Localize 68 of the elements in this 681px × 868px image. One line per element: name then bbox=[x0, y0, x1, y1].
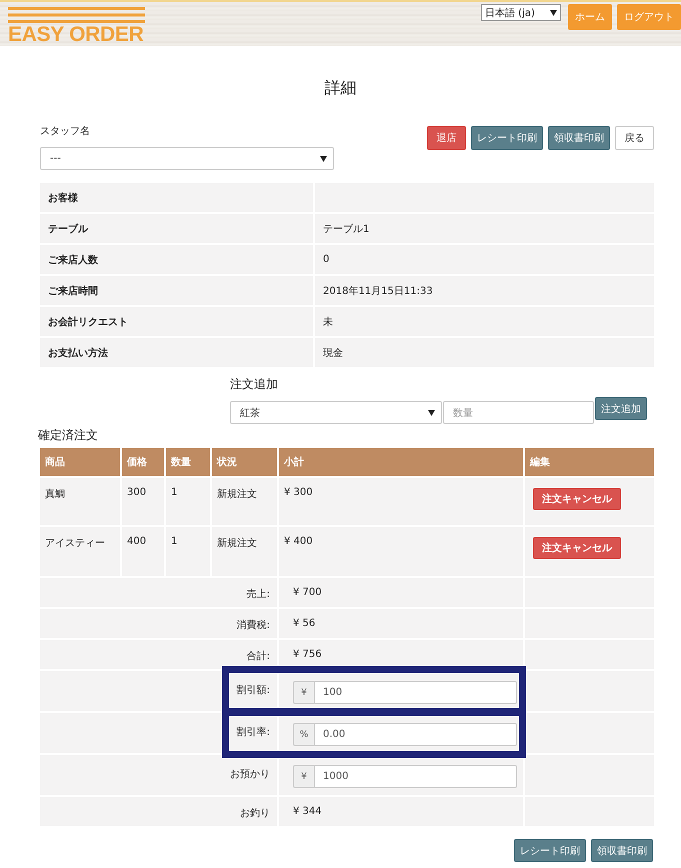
unit-prefix: ¥ bbox=[293, 681, 314, 704]
quantity-field[interactable]: 数量 bbox=[443, 401, 594, 424]
summary-label: 割引率: bbox=[40, 713, 277, 753]
summary-label: 消費税: bbox=[40, 609, 277, 638]
info-value: テーブル1 bbox=[315, 214, 654, 243]
page-title: 詳細 bbox=[324, 78, 358, 98]
amount-field[interactable]: 100 bbox=[314, 681, 517, 704]
caret-down-icon bbox=[550, 10, 557, 16]
info-label: お会計リクエスト bbox=[40, 307, 313, 336]
caret-down-icon bbox=[320, 156, 327, 162]
table-cell: 400 bbox=[122, 527, 164, 576]
language-select[interactable]: 日本語 (ja) bbox=[481, 4, 561, 21]
action-button[interactable]: 領収書印刷 bbox=[548, 126, 610, 150]
cancel-order-button[interactable]: 注文キャンセル bbox=[533, 537, 621, 559]
info-label: テーブル bbox=[40, 214, 313, 243]
amount-field[interactable]: 0.00 bbox=[314, 723, 517, 746]
info-value: 2018年11月15日11:33 bbox=[315, 276, 654, 305]
summary-value: ¥ 700 bbox=[279, 578, 523, 607]
column-header: 状況 bbox=[212, 448, 277, 476]
unit-prefix: % bbox=[293, 723, 314, 746]
action-button[interactable]: 戻る bbox=[615, 126, 654, 150]
staff-label: スタッフ名 bbox=[40, 126, 91, 138]
add-order-button[interactable]: 注文追加 bbox=[595, 397, 647, 420]
table-cell: 1 bbox=[166, 527, 210, 576]
summary-label: お釣り bbox=[40, 797, 277, 826]
summary-label: 割引額: bbox=[40, 671, 277, 711]
print-button[interactable]: 領収書印刷 bbox=[591, 839, 653, 862]
table-cell: 1 bbox=[166, 478, 210, 525]
table-cell: 真鯛 bbox=[40, 478, 120, 525]
amount-field[interactable]: 1000 bbox=[314, 765, 517, 788]
action-button[interactable]: 退店 bbox=[427, 126, 466, 150]
confirmed-orders-heading: 確定済注文 bbox=[38, 428, 99, 442]
info-label: ご来店人数 bbox=[40, 245, 313, 274]
summary-label: 売上: bbox=[40, 578, 277, 607]
caret-down-icon bbox=[428, 410, 435, 416]
print-button[interactable]: レシート印刷 bbox=[514, 839, 586, 862]
logo-text: EASY ORDER bbox=[8, 25, 144, 45]
info-value: 未 bbox=[315, 307, 654, 336]
summary-value: ¥ 344 bbox=[279, 797, 523, 826]
column-header: 価格 bbox=[122, 448, 164, 476]
add-order-heading: 注文追加 bbox=[230, 377, 279, 391]
column-header: 編集 bbox=[525, 448, 654, 476]
info-value: 0 bbox=[315, 245, 654, 274]
staff-select[interactable]: --- bbox=[40, 147, 334, 170]
table-cell: ¥ 300 bbox=[279, 478, 523, 525]
column-header: 数量 bbox=[166, 448, 210, 476]
logo-stripes-icon bbox=[8, 7, 145, 24]
action-button[interactable]: レシート印刷 bbox=[471, 126, 543, 150]
table-cell: ¥ 400 bbox=[279, 527, 523, 576]
table-cell: 300 bbox=[122, 478, 164, 525]
table-cell: 新規注文 bbox=[212, 527, 277, 576]
nav-button[interactable]: ホーム bbox=[568, 4, 612, 30]
cancel-order-button[interactable]: 注文キャンセル bbox=[533, 488, 621, 510]
nav-button[interactable]: ログアウト bbox=[617, 4, 681, 30]
table-cell: 新規注文 bbox=[212, 478, 277, 525]
summary-label: 合計: bbox=[40, 640, 277, 669]
table-cell: アイスティー bbox=[40, 527, 120, 576]
info-value: 現金 bbox=[315, 338, 654, 367]
summary-value: ¥ 756 bbox=[279, 640, 523, 669]
product-select[interactable]: 紅茶 bbox=[230, 401, 442, 424]
summary-value: ¥ 56 bbox=[279, 609, 523, 638]
unit-prefix: ¥ bbox=[293, 765, 314, 788]
info-label: お支払い方法 bbox=[40, 338, 313, 367]
summary-label: お預かり bbox=[40, 755, 277, 795]
column-header: 商品 bbox=[40, 448, 120, 476]
info-label: ご来店時間 bbox=[40, 276, 313, 305]
column-header: 小計 bbox=[279, 448, 523, 476]
info-label: お客様 bbox=[40, 183, 313, 212]
